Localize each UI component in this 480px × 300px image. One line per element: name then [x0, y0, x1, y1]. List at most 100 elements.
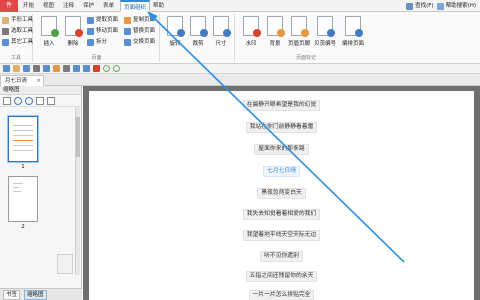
hand-tool-button[interactable]: 手形工具 [2, 16, 33, 25]
copy-icon [124, 17, 131, 24]
insert-icon[interactable] [47, 96, 55, 105]
other-tools-button[interactable]: 其它工具 [2, 38, 33, 47]
swap-page-label: 交换页面 [133, 39, 156, 45]
document-tab-strip: 月七日清 × [0, 74, 480, 86]
split-icon [87, 39, 94, 46]
poem-line: 我望着地平线天空天际无边 [89, 230, 474, 241]
page-marks-group: 水印 背景 页眉页脚 贝茨编号 编排页面 页面标记 [236, 14, 376, 62]
zoom-out-icon[interactable] [14, 96, 22, 105]
hand-icon [2, 17, 9, 24]
tools-icon [2, 39, 9, 46]
watermark-button[interactable]: 水印 [240, 16, 262, 54]
copy-page-button[interactable]: 复制页面 [124, 16, 155, 25]
pages-group-label: 页面 [91, 55, 102, 61]
rotate-button[interactable]: 旋转 [164, 16, 186, 54]
poem-line: 一片一片怎么拼贴完全 [89, 290, 474, 300]
undo-icon[interactable] [93, 65, 100, 72]
pages-group: 插入 删除 提取页面 移动页面 拆分 复制页面 替换页面 交换页面 页面 [34, 14, 160, 62]
thumbnail-sidebar: 缩略图 1 2 [0, 86, 82, 288]
delete-page-icon [65, 16, 83, 37]
sidebar-toolbar [0, 95, 81, 107]
tab-view[interactable]: 视图 [40, 0, 57, 12]
back-icon[interactable] [103, 65, 110, 72]
tab-help[interactable]: 帮助 [150, 0, 167, 12]
tab-form[interactable]: 表单 [100, 0, 117, 12]
tab-protect[interactable]: 保护 [80, 0, 97, 12]
help-icon [436, 2, 444, 10]
crop-icon [190, 16, 208, 37]
copy-page-label: 复制页面 [133, 17, 156, 23]
search-icon [406, 2, 414, 10]
extract-page-button[interactable]: 提取页面 [87, 16, 118, 25]
background-label: 背景 [269, 41, 281, 47]
thumbnail-number: 2 [21, 224, 25, 230]
page-thumbnail-2[interactable] [8, 176, 38, 222]
page-size-label: 尺寸 [215, 41, 227, 47]
page-size-button[interactable]: 尺寸 [210, 16, 232, 54]
find-button[interactable]: 查找(F) [406, 1, 434, 11]
replace-page-button[interactable]: 替换页面 [124, 27, 155, 36]
sidebar-title: 缩略图 [0, 86, 81, 95]
poem-title: 七月七日晴 [89, 166, 474, 177]
replace-icon [124, 28, 131, 35]
delete-icon[interactable] [36, 96, 44, 105]
insert-page-button[interactable]: 插入 [38, 16, 60, 54]
crop-label: 裁剪 [192, 41, 204, 47]
tab-page-organize[interactable]: 页面组织 [120, 0, 151, 12]
file-menu-button[interactable]: 件 [0, 0, 18, 12]
document-view[interactable]: 在晨静开眼希望是我的幻觉 我站在你门前静静看着雷 屋面你来的那条路 七月七日晴 … [83, 86, 480, 300]
panel-tabs: 书签 缩略图 [0, 288, 82, 300]
new-icon[interactable] [3, 65, 10, 72]
replace-page-label: 替换页面 [133, 28, 156, 34]
insert-page-label: 插入 [43, 41, 55, 47]
extract-icon [87, 17, 94, 24]
delete-page-button[interactable]: 删除 [62, 16, 84, 54]
document-tab[interactable]: 月七日清 × [0, 75, 44, 86]
header-footer-label: 页眉页脚 [288, 41, 311, 47]
size-icon [213, 16, 231, 37]
open-icon[interactable] [13, 65, 20, 72]
help-search-label: 帮助搜索(H) [445, 3, 476, 9]
poem-line: 我失去知觉看着相爱的我们 [89, 209, 474, 220]
crop-button[interactable]: 裁剪 [187, 16, 209, 54]
pages-watermark-icon [57, 254, 73, 274]
bates-number-button[interactable]: 贝茨编号 [314, 16, 336, 54]
select-icon[interactable] [63, 65, 70, 72]
sidebar-scrollbar[interactable] [75, 107, 80, 275]
header-footer-button[interactable]: 页眉页脚 [288, 16, 310, 54]
close-tab-icon[interactable]: × [36, 76, 41, 86]
delete-page-label: 删除 [67, 41, 79, 47]
document-tab-title: 月七日清 [5, 78, 28, 84]
background-button[interactable]: 背景 [264, 16, 286, 54]
rotate-label: 旋转 [169, 41, 181, 47]
page-thumbnail-1[interactable] [8, 116, 38, 162]
top-right-tools: 查找(F) 帮助搜索(H) [406, 1, 476, 11]
select-tool-label: 选取工具 [11, 28, 34, 34]
thumbnails-tab[interactable]: 缩略图 [24, 289, 47, 300]
tab-comment[interactable]: 注释 [60, 0, 77, 12]
zoom-in-icon[interactable] [25, 96, 33, 105]
move-icon [87, 28, 94, 35]
tab-home[interactable]: 开始 [20, 0, 37, 12]
hand-icon[interactable] [53, 65, 60, 72]
page-options-icon[interactable] [3, 96, 11, 105]
save-icon[interactable] [23, 65, 30, 72]
ribbon-toolbar: 手形工具 选取工具 其它工具 工具 插入 删除 提取页面 移动页面 拆分 复制页… [0, 12, 480, 64]
move-page-button[interactable]: 移动页面 [87, 27, 118, 36]
forward-icon[interactable] [113, 65, 120, 72]
bates-number-label: 贝茨编号 [314, 41, 337, 47]
insert-page-icon [41, 16, 59, 37]
help-search-button[interactable]: 帮助搜索(H) [436, 1, 476, 11]
split-button[interactable]: 拆分 [87, 38, 107, 47]
bates-icon [317, 16, 335, 37]
print-icon[interactable] [33, 65, 40, 72]
select-tool-button[interactable]: 选取工具 [2, 27, 33, 36]
bookmarks-tab[interactable]: 书签 [3, 289, 21, 300]
zoom-icon[interactable] [73, 65, 80, 72]
fit-icon[interactable] [83, 65, 90, 72]
email-icon[interactable] [43, 65, 50, 72]
tools-group: 手形工具 选取工具 其它工具 工具 [0, 14, 33, 62]
swap-page-button[interactable]: 交换页面 [124, 38, 155, 47]
hand-tool-label: 手形工具 [11, 17, 34, 23]
arrange-pages-button[interactable]: 编排页面 [342, 16, 364, 54]
